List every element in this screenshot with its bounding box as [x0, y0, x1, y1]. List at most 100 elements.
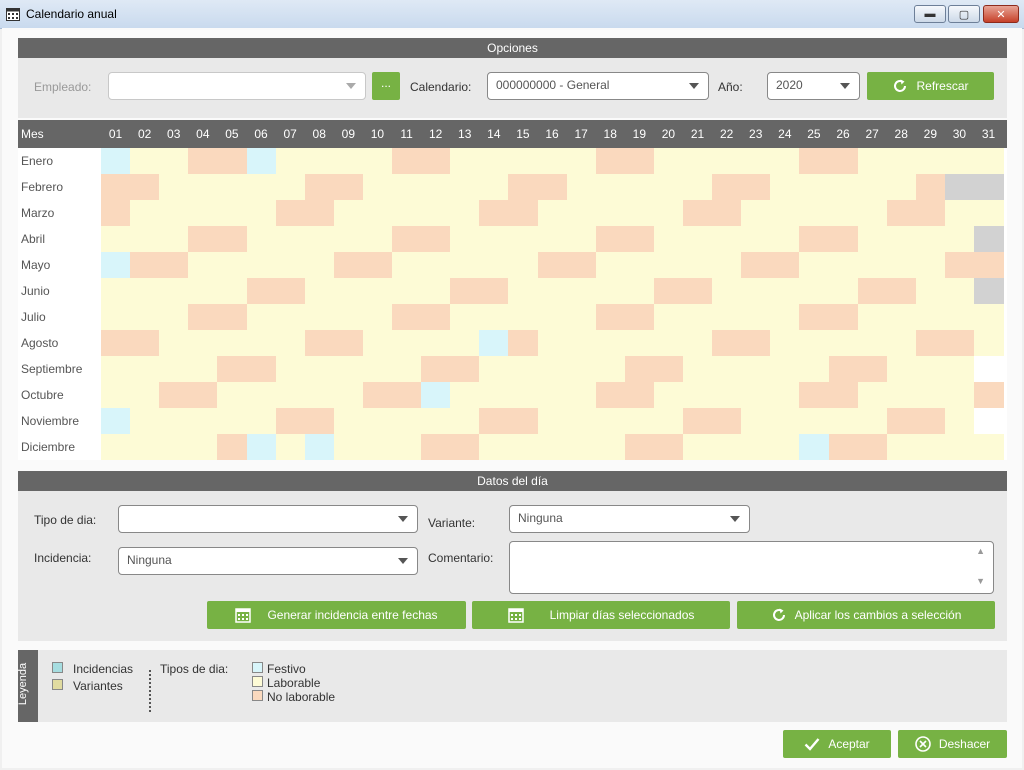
day-cell[interactable]	[130, 226, 160, 252]
incident-combo[interactable]: Ninguna	[118, 547, 418, 575]
day-cell[interactable]	[799, 382, 830, 408]
day-cell[interactable]	[915, 330, 946, 356]
day-cell[interactable]	[479, 304, 509, 330]
day-cell[interactable]	[799, 200, 830, 226]
day-cell[interactable]	[246, 148, 277, 174]
day-cell[interactable]	[159, 304, 189, 330]
day-cell[interactable]	[915, 252, 946, 278]
day-cell[interactable]	[944, 408, 975, 434]
day-cell[interactable]	[392, 226, 422, 252]
day-cell[interactable]	[770, 200, 800, 226]
day-cell[interactable]	[333, 148, 364, 174]
day-cell[interactable]	[683, 174, 713, 200]
day-cell[interactable]	[246, 278, 277, 304]
day-cell[interactable]	[304, 356, 335, 382]
day-cell[interactable]	[188, 382, 218, 408]
day-cell[interactable]	[683, 356, 713, 382]
day-cell[interactable]	[392, 148, 422, 174]
day-cell[interactable]	[886, 200, 917, 226]
day-cell[interactable]	[159, 356, 189, 382]
day-cell[interactable]	[188, 278, 218, 304]
day-cell[interactable]	[159, 330, 189, 356]
day-cell[interactable]	[770, 304, 800, 330]
day-cell[interactable]	[566, 434, 597, 460]
day-cell[interactable]	[333, 304, 364, 330]
day-cell[interactable]	[624, 174, 655, 200]
day-cell[interactable]	[595, 278, 626, 304]
day-cell[interactable]	[595, 408, 626, 434]
day-cell[interactable]	[246, 434, 277, 460]
day-cell[interactable]	[770, 356, 800, 382]
day-cell[interactable]	[653, 408, 684, 434]
day-cell[interactable]	[333, 174, 364, 200]
day-cell[interactable]	[362, 252, 393, 278]
day-cell[interactable]	[915, 304, 946, 330]
day-cell[interactable]	[392, 356, 422, 382]
day-cell[interactable]	[188, 226, 218, 252]
day-cell[interactable]	[421, 200, 451, 226]
day-cell[interactable]	[566, 174, 597, 200]
day-cell[interactable]	[159, 148, 189, 174]
day-cell[interactable]	[392, 278, 422, 304]
calendar-combo[interactable]: 000000000 - General	[487, 72, 709, 100]
day-cell[interactable]	[130, 408, 160, 434]
day-cell[interactable]	[392, 382, 422, 408]
day-cell[interactable]	[857, 330, 888, 356]
day-cell[interactable]	[508, 408, 539, 434]
day-cell[interactable]	[944, 330, 975, 356]
day-cell[interactable]	[130, 434, 160, 460]
day-cell[interactable]	[770, 408, 800, 434]
day-cell[interactable]	[479, 200, 509, 226]
day-cell[interactable]	[770, 382, 800, 408]
day-cell[interactable]	[741, 200, 771, 226]
day-cell[interactable]	[537, 434, 568, 460]
day-cell[interactable]	[653, 278, 684, 304]
day-cell[interactable]	[101, 356, 131, 382]
day-cell[interactable]	[712, 408, 742, 434]
day-cell[interactable]	[828, 382, 859, 408]
clear-days-button[interactable]: Limpiar días seleccionados	[472, 601, 730, 629]
day-cell[interactable]	[683, 382, 713, 408]
day-cell[interactable]	[886, 226, 917, 252]
day-cell[interactable]	[392, 330, 422, 356]
day-cell[interactable]	[275, 174, 306, 200]
day-cell[interactable]	[944, 200, 975, 226]
day-cell[interactable]	[828, 252, 859, 278]
day-cell[interactable]	[566, 278, 597, 304]
day-cell[interactable]	[362, 148, 393, 174]
day-cell[interactable]	[915, 356, 946, 382]
day-cell[interactable]	[479, 226, 509, 252]
day-cell[interactable]	[421, 356, 451, 382]
day-cell[interactable]	[450, 226, 480, 252]
day-cell[interactable]	[595, 304, 626, 330]
day-cell[interactable]	[799, 252, 830, 278]
day-cell[interactable]	[508, 174, 539, 200]
day-cell[interactable]	[595, 174, 626, 200]
day-cell[interactable]	[595, 356, 626, 382]
maximize-button[interactable]: ▢	[948, 5, 980, 23]
day-cell[interactable]	[508, 278, 539, 304]
day-cell[interactable]	[653, 304, 684, 330]
day-cell[interactable]	[624, 278, 655, 304]
day-cell[interactable]	[653, 434, 684, 460]
day-cell[interactable]	[421, 304, 451, 330]
day-cell[interactable]	[712, 278, 742, 304]
day-cell[interactable]	[130, 252, 160, 278]
day-cell[interactable]	[217, 408, 248, 434]
scroll-up-icon[interactable]: ▲	[976, 546, 985, 556]
day-cell[interactable]	[304, 200, 335, 226]
day-cell[interactable]	[857, 434, 888, 460]
minimize-button[interactable]: ▬	[914, 5, 946, 23]
day-cell[interactable]	[624, 356, 655, 382]
day-cell[interactable]	[653, 148, 684, 174]
day-cell[interactable]	[653, 226, 684, 252]
day-cell[interactable]	[304, 174, 335, 200]
day-cell[interactable]	[857, 226, 888, 252]
day-cell[interactable]	[479, 356, 509, 382]
day-cell[interactable]	[217, 304, 248, 330]
day-cell[interactable]	[886, 356, 917, 382]
day-cell[interactable]	[566, 252, 597, 278]
close-button[interactable]: ✕	[983, 5, 1019, 23]
day-cell[interactable]	[275, 226, 306, 252]
day-cell[interactable]	[333, 278, 364, 304]
